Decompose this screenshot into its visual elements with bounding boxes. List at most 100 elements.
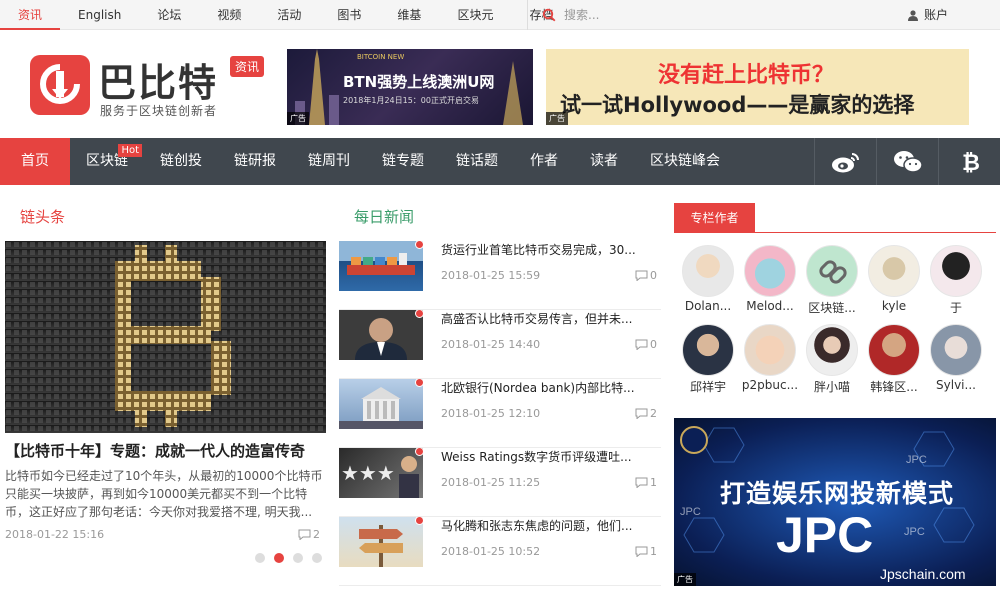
author-name[interactable]: 韩锋区... [863,378,925,395]
news-title[interactable]: 马化腾和张志东焦虑的问题，他们... [441,517,661,534]
avatar[interactable] [806,245,858,297]
main-nav: 首页 区块链 Hot 链创投 链研报 链周刊 链专题 链话题 作者 读者 区块链峰… [0,138,1000,185]
list-item[interactable]: 马化腾和张志东焦虑的问题，他们... 2018-01-25 10:52 1 [339,517,661,586]
author-card[interactable]: 邱祥宇 [677,324,739,395]
top-nav: 资讯 English 论坛 视频 活动 图书 维基 区块元 存档 [0,0,571,30]
author-card[interactable]: Sylvi... [925,324,987,395]
avatar[interactable] [806,324,858,376]
topnav-forum[interactable]: 论坛 [139,0,199,30]
carousel-dot-active[interactable] [274,553,284,563]
author-card[interactable]: 区块链... [801,245,863,316]
author-name[interactable]: 邱祥宇 [677,378,739,395]
ad2-line2: 试一试Hollywood——是赢家的选择 [560,93,915,117]
account-link[interactable]: 账户 [908,0,948,30]
logo-slogan: 服务于区块链创新者 [100,104,218,118]
author-name[interactable]: Sylvi... [925,378,987,392]
news-thumbnail[interactable] [339,310,423,360]
avatar[interactable] [744,245,796,297]
nav-venture[interactable]: 链创投 [144,138,218,185]
nav-weekly[interactable]: 链周刊 [292,138,366,185]
news-comments[interactable]: 2 [635,407,657,420]
topnav-events[interactable]: 活动 [259,0,319,30]
section-title-daily-news[interactable]: 每日新闻 [354,206,414,227]
site-logo[interactable]: 巴比特 资讯 服务于区块链创新者 [30,52,270,122]
news-title[interactable]: Weiss Ratings数字货币评级遭吐... [441,448,661,465]
new-indicator [415,310,423,318]
author-name[interactable]: Dolan... [677,299,739,313]
top-bar: 资讯 English 论坛 视频 活动 图书 维基 区块元 存档 账户 [0,0,1000,30]
nav-readers[interactable]: 读者 [574,138,634,185]
list-item[interactable]: ★★★ Weiss Ratings数字货币评级遭吐... 2018-01-25 … [339,448,661,517]
topnav-blockchain-meta[interactable]: 区块元 [439,0,511,30]
news-thumbnail[interactable] [339,379,423,429]
author-card[interactable]: kyle [863,245,925,316]
news-title[interactable]: 北欧银行(Nordea bank)内部比特... [441,379,661,396]
nav-topics[interactable]: 链专题 [366,138,440,185]
jpc-logo-text: JPC [776,507,874,563]
author-card[interactable]: 胖小喵 [801,324,863,395]
avatar[interactable] [744,324,796,376]
news-comments[interactable]: 0 [635,338,657,351]
avatar[interactable] [868,324,920,376]
news-thumbnail[interactable]: ★★★ [339,448,423,498]
topnav-english[interactable]: English [60,0,139,30]
nav-home[interactable]: 首页 [0,138,70,185]
author-name[interactable]: 胖小喵 [801,378,863,395]
nav-authors[interactable]: 作者 [514,138,574,185]
news-title[interactable]: 高盛否认比特币交易传言，但并未... [441,310,661,327]
author-card[interactable]: Melod... [739,245,801,316]
section-title-headline[interactable]: 链头条 [20,206,65,227]
bitcoin-button[interactable]: ₿ [938,138,1000,185]
nav-blockchain[interactable]: 区块链 Hot [70,138,144,185]
author-card[interactable]: Dolan... [677,245,739,316]
avatar[interactable] [682,324,734,376]
building-illustration-icon [503,61,523,125]
search-input[interactable] [564,8,864,22]
list-item[interactable]: 北欧银行(Nordea bank)内部比特... 2018-01-25 12:1… [339,379,661,448]
list-item[interactable]: 高盛否认比特币交易传言，但并未... 2018-01-25 14:40 0 [339,310,661,379]
avatar[interactable] [930,324,982,376]
news-title[interactable]: 货运行业首笔比特币交易完成，30... [441,241,661,258]
nav-research[interactable]: 链研报 [218,138,292,185]
news-comments[interactable]: 0 [635,269,657,282]
list-item[interactable]: 货运行业首笔比特币交易完成，30... 2018-01-25 15:59 0 [339,241,661,310]
author-name[interactable]: Melod... [739,299,801,313]
news-comments[interactable]: 1 [635,545,657,558]
wechat-button[interactable] [876,138,938,185]
author-name[interactable]: 区块链... [801,299,863,316]
topnav-news[interactable]: 资讯 [0,0,61,30]
carousel-dot[interactable] [312,553,322,563]
search-icon[interactable] [542,8,556,22]
author-name[interactable]: 于 [925,299,987,316]
nav-summit[interactable]: 区块链峰会 [634,138,736,185]
headline-comments[interactable]: 2 [298,528,320,541]
jpc-title: 打造娱乐网投新模式 [720,479,955,508]
author-card[interactable]: p2pbuc... [739,324,801,395]
avatar[interactable] [868,245,920,297]
author-name[interactable]: kyle [863,299,925,313]
social-links: ₿ [814,138,1000,185]
headline-title[interactable]: 【比特币十年】专题：成就一代人的造富传奇 [5,440,335,461]
ad-banner-hollywood[interactable]: 没有赶上比特币？ 试一试Hollywood——是赢家的选择 广告 [546,49,969,125]
avatar[interactable] [930,245,982,297]
topnav-video[interactable]: 视频 [199,0,259,30]
news-thumbnail[interactable] [339,241,423,291]
news-thumbnail[interactable] [339,517,423,567]
rating-stars-icon: ★★★ [341,456,419,498]
nav-discussions[interactable]: 链话题 [440,138,514,185]
topnav-books[interactable]: 图书 [319,0,379,30]
author-name[interactable]: p2pbuc... [739,378,801,392]
carousel-dot[interactable] [293,553,303,563]
weibo-button[interactable] [814,138,876,185]
carousel-dot[interactable] [255,553,265,563]
author-card[interactable]: 韩锋区... [863,324,925,395]
avatar[interactable] [682,245,734,297]
columnist-tab[interactable]: 专栏作者 [674,203,755,233]
topnav-wiki[interactable]: 维基 [379,0,439,30]
bank-illustration-icon [339,387,423,429]
ad-banner-jpc[interactable]: JPC JPC JPC 打造娱乐网投新模式 JPC Jpschain.com 广… [674,418,996,586]
ad-banner-btn[interactable]: BITCOIN NEW BTN强势上线澳洲U网 2018年1月24日15：00正… [287,49,533,125]
author-card[interactable]: 于 [925,245,987,316]
headline-image[interactable] [5,241,326,433]
news-comments[interactable]: 1 [635,476,657,489]
